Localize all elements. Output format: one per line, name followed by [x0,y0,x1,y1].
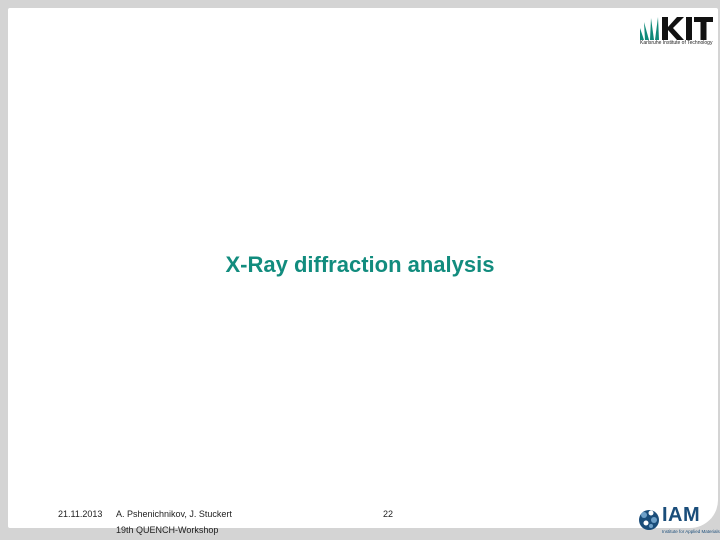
slide-title: X-Ray diffraction analysis [225,252,495,277]
footer-workshop: 19th QUENCH-Workshop [116,525,219,535]
footer-date: 21.11.2013 [58,509,103,519]
page-number: 22 [383,509,394,519]
iam-wordmark: IAM [662,504,701,526]
footer-authors: A. Pshenichnikov, J. Stuckert [116,509,232,519]
kit-tagline: Karlsruhe Institute of Technology [640,40,713,46]
iam-subtitle: Institute for Applied Materials [662,529,720,534]
